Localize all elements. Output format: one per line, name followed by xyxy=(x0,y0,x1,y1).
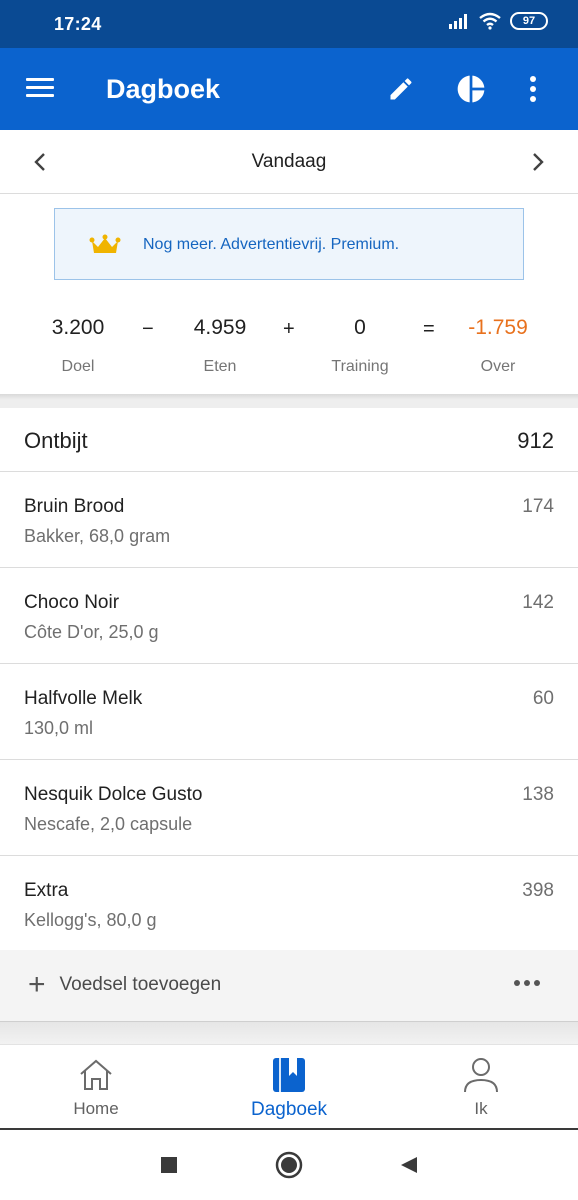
status-time: 17:24 xyxy=(54,14,102,34)
tab-home[interactable]: Home xyxy=(26,1055,166,1119)
crown-icon xyxy=(89,234,121,253)
plus-operator: + xyxy=(283,318,295,340)
remaining-label: Over xyxy=(480,358,516,375)
food-calories: 398 xyxy=(522,880,554,901)
food-calories: 142 xyxy=(522,592,554,613)
page-title: Dagboek xyxy=(106,74,221,104)
food-calories: 60 xyxy=(532,688,554,709)
premium-banner[interactable]: Nog meer. Advertentievrij. Premium. xyxy=(54,208,524,280)
recent-apps-button[interactable] xyxy=(154,1150,184,1180)
food-name: Extra xyxy=(24,880,69,901)
back-system-button[interactable] xyxy=(394,1150,424,1180)
food-description: Kellogg's, 80,0 g xyxy=(24,910,157,930)
back-triangle-icon xyxy=(401,1157,417,1173)
exercise-column: 0 Training xyxy=(310,316,410,376)
food-entry[interactable]: Choco Noir Côte D'or, 25,0 g 142 xyxy=(0,568,578,664)
food-value: 4.959 xyxy=(193,316,247,339)
status-icons: 97 xyxy=(448,12,548,30)
equals-operator: = xyxy=(423,318,435,340)
add-food-label: Voedsel toevoegen xyxy=(59,974,222,995)
signal-icon xyxy=(449,14,467,29)
status-bar: 17:24 97 xyxy=(0,0,578,48)
pie-chart-icon[interactable] xyxy=(454,72,488,106)
date-label[interactable]: Vandaag xyxy=(0,151,578,173)
circle-icon xyxy=(275,1151,303,1179)
plus-icon: + xyxy=(28,968,46,1001)
food-name: Halfvolle Melk xyxy=(24,688,143,709)
food-column: 4.959 Eten xyxy=(170,316,270,376)
meal-header[interactable]: Ontbijt 912 xyxy=(0,408,578,472)
exercise-label: Training xyxy=(331,358,389,375)
meal-name: Ontbijt xyxy=(24,428,88,453)
edit-icon[interactable] xyxy=(384,72,418,106)
food-description: Côte D'or, 25,0 g xyxy=(24,622,159,642)
section-divider xyxy=(0,394,578,408)
food-name: Choco Noir xyxy=(24,592,120,613)
food-calories: 138 xyxy=(522,784,554,805)
diary-icon xyxy=(273,1058,305,1092)
food-name: Nesquik Dolce Gusto xyxy=(24,784,203,805)
food-description: Nescafe, 2,0 capsule xyxy=(24,814,193,834)
more-horiz-icon[interactable] xyxy=(514,980,540,986)
wifi-icon xyxy=(479,12,501,30)
food-label: Eten xyxy=(203,358,237,375)
goal-value: 3.200 xyxy=(51,316,105,339)
tab-me-label: Ik xyxy=(474,1099,488,1118)
person-icon xyxy=(464,1058,498,1093)
tab-home-label: Home xyxy=(73,1099,119,1118)
meal-total: 912 xyxy=(517,428,554,453)
add-food-button[interactable]: + Voedsel toevoegen xyxy=(28,968,222,1001)
food-entry[interactable]: Extra Kellogg's, 80,0 g 398 xyxy=(0,856,578,952)
calorie-summary: 3.200 Doel − 4.959 Eten + 0 Training = -… xyxy=(0,296,578,394)
date-navigator: Vandaag xyxy=(0,130,578,194)
remaining-value: -1.759 xyxy=(468,316,528,339)
remaining-column: -1.759 Over xyxy=(448,316,548,376)
add-food-bar: + Voedsel toevoegen xyxy=(0,950,578,1022)
battery-icon: 97 xyxy=(510,12,548,30)
minus-operator: − xyxy=(142,318,154,340)
next-day-button[interactable] xyxy=(522,146,554,178)
food-calories: 174 xyxy=(522,496,554,517)
home-icon xyxy=(80,1059,112,1090)
goal-label: Doel xyxy=(61,358,95,375)
system-navigation-bar xyxy=(0,1130,578,1200)
food-description: Bakker, 68,0 gram xyxy=(24,526,171,546)
tab-diary[interactable]: Dagboek xyxy=(219,1055,359,1121)
tab-me[interactable]: Ik xyxy=(411,1055,551,1119)
square-icon xyxy=(161,1157,177,1173)
more-vert-icon[interactable] xyxy=(516,72,550,106)
meal-card-breakfast: Ontbijt 912 Bruin Brood Bakker, 68,0 gra… xyxy=(0,408,578,952)
menu-icon[interactable] xyxy=(26,76,56,100)
section-divider xyxy=(0,1022,578,1044)
food-entry[interactable]: Halfvolle Melk 130,0 ml 60 xyxy=(0,664,578,760)
goal-column: 3.200 Doel xyxy=(28,316,128,376)
food-description: 130,0 ml xyxy=(24,718,94,738)
exercise-value: 0 xyxy=(354,316,366,339)
food-entry[interactable]: Bruin Brood Bakker, 68,0 gram 174 xyxy=(0,472,578,568)
battery-level: 97 xyxy=(522,15,536,27)
food-entry[interactable]: Nesquik Dolce Gusto Nescafe, 2,0 capsule… xyxy=(0,760,578,856)
chevron-right-icon xyxy=(533,153,544,171)
bottom-navigation: Home Dagboek Ik xyxy=(0,1044,578,1130)
tab-diary-label: Dagboek xyxy=(250,1099,328,1120)
app-bar: Dagboek xyxy=(0,48,578,130)
food-name: Bruin Brood xyxy=(24,496,125,517)
premium-text: Nog meer. Advertentievrij. Premium. xyxy=(143,236,400,253)
home-system-button[interactable] xyxy=(274,1150,304,1180)
